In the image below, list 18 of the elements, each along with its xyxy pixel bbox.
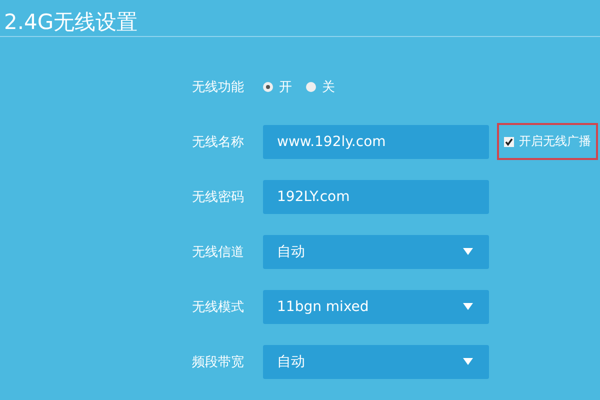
field-label: 频段带宽 [192, 354, 245, 370]
page-title: 2.4G无线设置 [0, 0, 600, 37]
caret-icon [463, 358, 473, 365]
caret-icon [463, 303, 473, 310]
text-field[interactable]: www.192ly.com [263, 124, 489, 158]
radio-option[interactable]: 开 [263, 78, 292, 96]
dropdown[interactable]: 11bgn mixed [263, 290, 489, 324]
dropdown[interactable]: 自动 [263, 344, 489, 378]
field-label: 无线功能 [192, 78, 245, 96]
field-label: 无线信道 [192, 244, 245, 260]
text-field[interactable]: 192LY.com [263, 180, 489, 214]
caret-icon [463, 248, 473, 255]
field-label: 无线模式 [192, 298, 245, 316]
field-label: 无线名称 [192, 134, 245, 150]
broadcast-checkbox[interactable]: 开启无线广播 [497, 123, 598, 160]
field-label: 无线密码 [192, 188, 245, 206]
dropdown[interactable]: 自动 [263, 234, 489, 268]
radio-option[interactable]: 关 [306, 78, 335, 96]
